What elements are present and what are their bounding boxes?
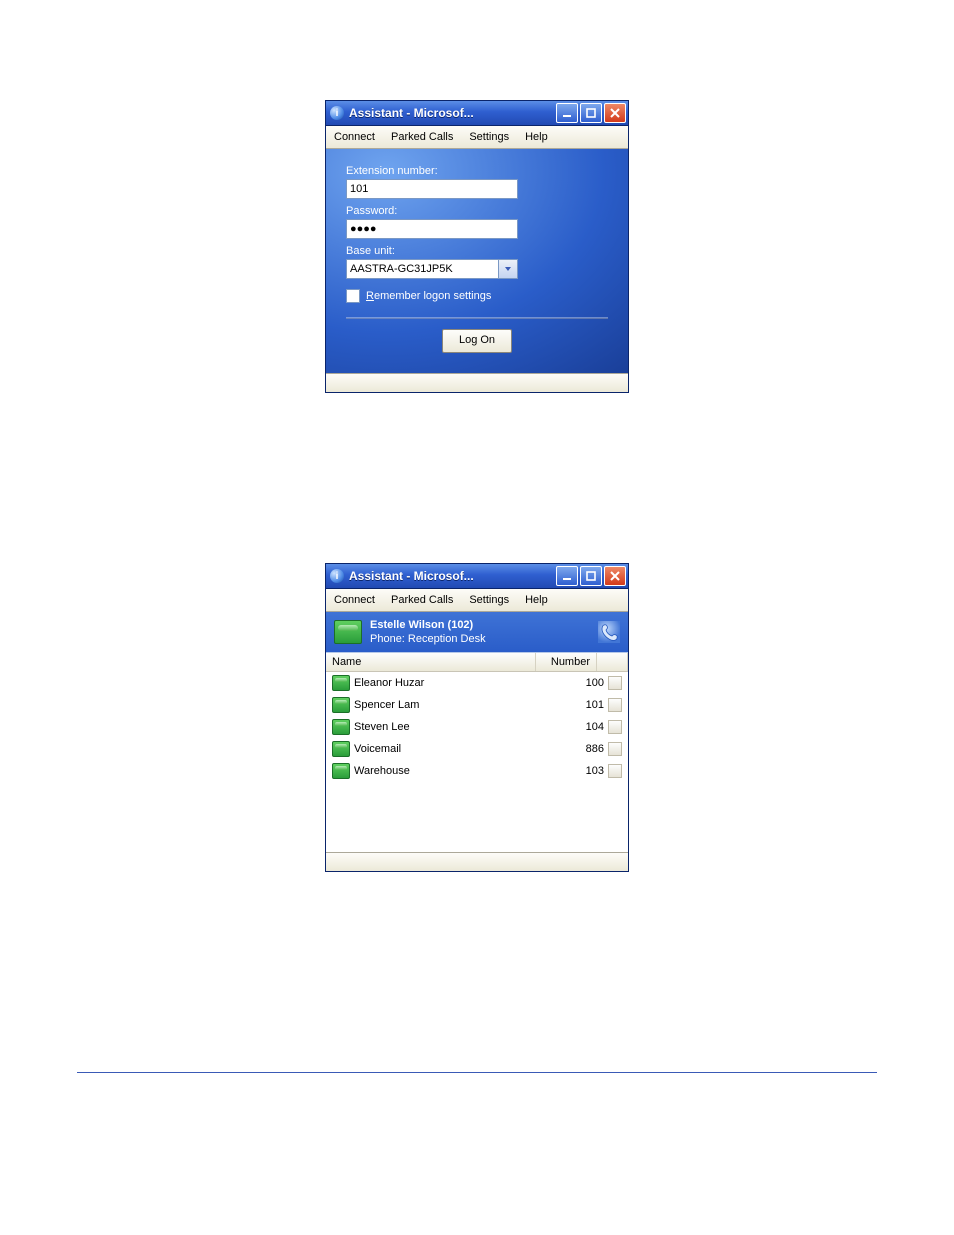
user-phone: Phone: Reception Desk	[370, 632, 590, 646]
maximize-button[interactable]	[580, 566, 602, 586]
minimize-icon	[562, 571, 572, 581]
phone-status-icon	[332, 763, 350, 779]
title-bar[interactable]: i Assistant - Microsof...	[326, 101, 628, 126]
list-item[interactable]: Voicemail886	[326, 738, 628, 760]
close-button[interactable]	[604, 103, 626, 123]
minimize-icon	[562, 108, 572, 118]
close-icon	[610, 108, 620, 118]
extension-name: Spencer Lam	[354, 699, 556, 711]
app-icon: i	[330, 569, 344, 583]
action-button[interactable]	[608, 698, 622, 712]
phone-status-icon	[332, 697, 350, 713]
extension-name: Eleanor Huzar	[354, 677, 556, 689]
menu-settings[interactable]: Settings	[461, 589, 517, 611]
close-icon	[610, 571, 620, 581]
col-action	[597, 653, 628, 671]
menu-bar: Connect Parked Calls Settings Help	[326, 126, 628, 149]
col-name[interactable]: Name	[326, 653, 536, 671]
maximize-button[interactable]	[580, 103, 602, 123]
extension-number: 886	[556, 743, 608, 755]
menu-help[interactable]: Help	[517, 126, 556, 148]
minimize-button[interactable]	[556, 566, 578, 586]
list-item[interactable]: Steven Lee104	[326, 716, 628, 738]
list-item[interactable]: Warehouse103	[326, 760, 628, 782]
remember-checkbox[interactable]	[346, 289, 360, 303]
status-bar	[326, 373, 628, 392]
menu-parked-calls[interactable]: Parked Calls	[383, 126, 461, 148]
action-button[interactable]	[608, 764, 622, 778]
phone-status-icon	[332, 719, 350, 735]
extension-number: 103	[556, 765, 608, 777]
extensions-list: Name Number Eleanor Huzar100Spencer Lam1…	[326, 652, 628, 852]
menu-connect[interactable]: Connect	[326, 589, 383, 611]
extension-name: Warehouse	[354, 765, 556, 777]
password-label: Password:	[346, 205, 608, 217]
window-title: Assistant - Microsof...	[349, 106, 556, 120]
phone-status-icon	[332, 675, 350, 691]
logon-form: Extension number: 101 Password: ●●●● Bas…	[326, 149, 628, 373]
close-button[interactable]	[604, 566, 626, 586]
list-header: Name Number	[326, 653, 628, 672]
call-icon[interactable]	[598, 621, 620, 643]
logon-window: i Assistant - Microsof... Connect Parked…	[325, 100, 629, 393]
extension-number: 104	[556, 721, 608, 733]
menu-parked-calls[interactable]: Parked Calls	[383, 589, 461, 611]
extension-value: 101	[350, 183, 368, 195]
divider	[346, 317, 608, 319]
window-title: Assistant - Microsof...	[349, 569, 556, 583]
password-input[interactable]: ●●●●	[346, 219, 518, 239]
menu-settings[interactable]: Settings	[461, 126, 517, 148]
title-bar[interactable]: i Assistant - Microsof...	[326, 564, 628, 589]
footer-rule	[77, 1072, 877, 1073]
user-info: Estelle Wilson (102) Phone: Reception De…	[370, 618, 590, 646]
minimize-button[interactable]	[556, 103, 578, 123]
list-item[interactable]: Spencer Lam101	[326, 694, 628, 716]
status-bar	[326, 852, 628, 871]
extension-name: Steven Lee	[354, 721, 556, 733]
user-bar: Estelle Wilson (102) Phone: Reception De…	[326, 612, 628, 652]
list-item[interactable]: Eleanor Huzar100	[326, 672, 628, 694]
logon-button[interactable]: Log On	[442, 329, 512, 353]
menu-bar: Connect Parked Calls Settings Help	[326, 589, 628, 612]
menu-help[interactable]: Help	[517, 589, 556, 611]
app-icon: i	[330, 106, 344, 120]
base-unit-label: Base unit:	[346, 245, 608, 257]
col-number[interactable]: Number	[536, 653, 597, 671]
list-rows: Eleanor Huzar100Spencer Lam101Steven Lee…	[326, 672, 628, 852]
menu-connect[interactable]: Connect	[326, 126, 383, 148]
user-name: Estelle Wilson (102)	[370, 618, 590, 632]
password-value: ●●●●	[350, 223, 377, 235]
base-unit-select[interactable]: AASTRA-GC31JP5K	[346, 259, 518, 279]
phone-status-icon	[334, 620, 362, 644]
action-button[interactable]	[608, 720, 622, 734]
maximize-icon	[586, 108, 596, 118]
action-button[interactable]	[608, 742, 622, 756]
maximize-icon	[586, 571, 596, 581]
extensions-window: i Assistant - Microsof... Connect Parked…	[325, 563, 629, 872]
remember-label: Remember logon settings	[366, 290, 491, 302]
remember-checkbox-row[interactable]: Remember logon settings	[346, 289, 608, 303]
extension-name: Voicemail	[354, 743, 556, 755]
extension-input[interactable]: 101	[346, 179, 518, 199]
extension-number: 100	[556, 677, 608, 689]
extension-label: Extension number:	[346, 165, 608, 177]
base-unit-value: AASTRA-GC31JP5K	[350, 263, 453, 275]
action-button[interactable]	[608, 676, 622, 690]
phone-status-icon	[332, 741, 350, 757]
extension-number: 101	[556, 699, 608, 711]
dropdown-arrow-icon	[498, 260, 517, 278]
